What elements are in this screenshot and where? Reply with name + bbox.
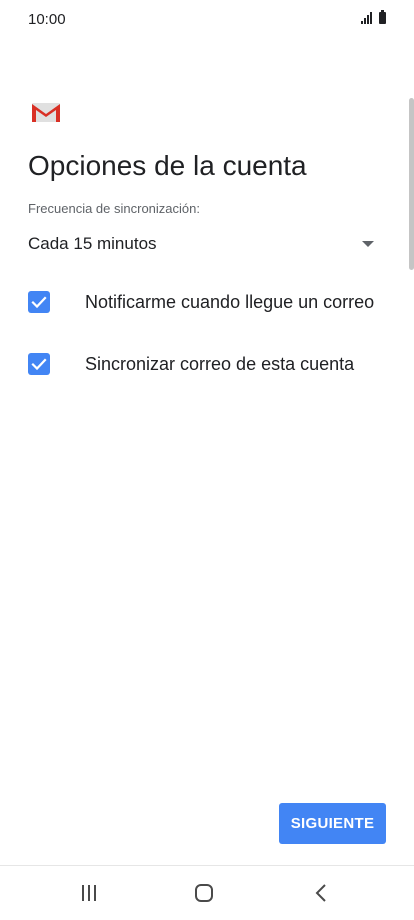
notify-checkbox[interactable] <box>28 291 50 313</box>
sync-mail-checkbox[interactable] <box>28 353 50 375</box>
gmail-icon <box>32 103 60 122</box>
home-icon[interactable] <box>195 884 213 902</box>
back-icon[interactable] <box>314 884 328 902</box>
next-button[interactable]: SIGUIENTE <box>279 803 386 844</box>
checkmark-icon <box>31 358 47 371</box>
status-bar: 10:00 <box>0 0 414 40</box>
sync-mail-option-label: Sincronizar correo de esta cuenta <box>85 354 355 374</box>
battery-icon <box>379 10 386 24</box>
sync-frequency-select[interactable]: Cada 15 minutos <box>28 226 386 262</box>
dropdown-arrow-icon <box>362 241 374 247</box>
checkmark-icon <box>31 296 47 309</box>
sync-mail-option[interactable]: Sincronizar correo de esta cuenta <box>28 349 398 379</box>
recents-icon[interactable] <box>80 884 98 902</box>
sync-frequency-value: Cada 15 minutos <box>28 234 157 253</box>
status-icons <box>361 10 386 24</box>
notify-option[interactable]: Notificarme cuando llegue un correo <box>28 287 398 317</box>
notify-option-label: Notificarme cuando llegue un correo <box>85 292 375 312</box>
status-time: 10:00 <box>28 11 66 28</box>
navigation-bar <box>0 866 414 920</box>
page-title: Opciones de la cuenta <box>28 150 307 181</box>
scrollbar[interactable] <box>409 98 414 270</box>
sync-frequency-label: Frecuencia de sincronización: <box>28 201 200 216</box>
signal-icon <box>361 12 372 24</box>
